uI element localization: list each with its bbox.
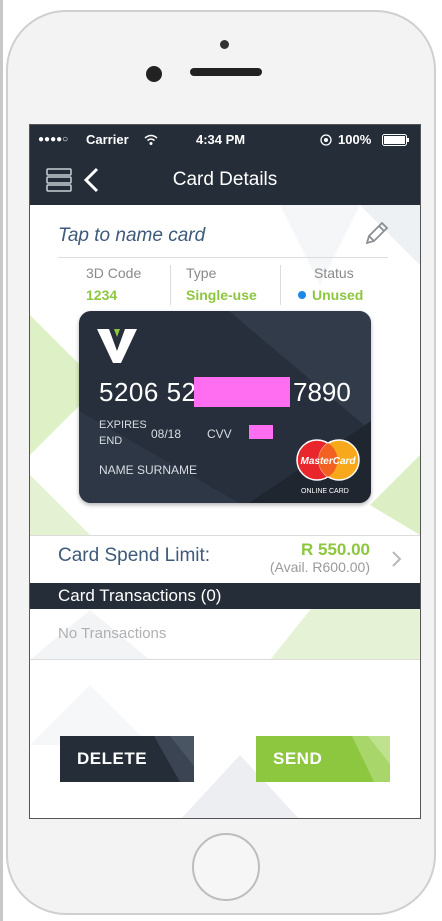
send-button[interactable]: SEND: [256, 736, 390, 782]
delete-button[interactable]: DELETE: [60, 736, 194, 782]
status-value-row: Unused: [298, 287, 363, 303]
spend-available: (Avail. R600.00): [269, 559, 370, 575]
type-info: Type Single-use: [186, 265, 257, 309]
signal-strength: ●●●●○: [38, 134, 69, 145]
spend-limit-label: Card Spend Limit:: [58, 545, 211, 566]
status-info: Status Unused: [298, 265, 363, 309]
front-sensor: [220, 40, 229, 49]
chevron-right-icon[interactable]: [390, 550, 402, 568]
battery-percent: 100%: [338, 132, 372, 147]
earpiece-speaker: [190, 68, 262, 76]
redacted-card-digits: [194, 377, 290, 407]
transactions-title: Card Transactions (0): [58, 586, 222, 605]
spend-limit-row[interactable]: Card Spend Limit: R 550.00 (Avail. R600.…: [30, 535, 420, 582]
lock-rotation-icon: [320, 134, 332, 146]
info-divider: [280, 265, 281, 305]
cvv-label: CVV: [207, 427, 232, 441]
cardholder-name: NAME SURNAME: [99, 463, 198, 477]
status-label: Status: [314, 265, 354, 281]
navigation-bar: Card Details: [30, 155, 420, 205]
mastercard-wordmark: MasterCard: [300, 456, 356, 467]
transactions-divider: [30, 659, 420, 660]
wifi-icon: [144, 134, 158, 145]
carrier-name: Carrier: [86, 132, 129, 147]
code-value: 1234: [86, 287, 118, 303]
phone-edge: [0, 0, 3, 921]
status-bar: ●●●●○ Carrier 4:34 PM 100%: [30, 125, 420, 155]
transactions-header: Card Transactions (0): [30, 583, 420, 609]
send-button-label: SEND: [273, 749, 323, 768]
app-screen: ●●●●○ Carrier 4:34 PM 100% Card Details: [29, 124, 421, 819]
status-value: Unused: [312, 287, 364, 303]
expiry-date: 08/18: [151, 427, 182, 441]
mastercard-logo: MasterCard: [296, 439, 360, 481]
pencil-icon[interactable]: [361, 219, 391, 249]
delete-button-label: DELETE: [77, 749, 148, 768]
card-facet: [229, 311, 371, 431]
card-number-end: 7890: [293, 377, 351, 407]
status-dot: [298, 291, 306, 299]
redacted-cvv: [249, 425, 273, 439]
home-button[interactable]: [192, 833, 260, 901]
code-label: 3D Code: [86, 265, 142, 281]
code-info: 3D Code 1234: [86, 265, 141, 309]
type-value: Single-use: [186, 287, 257, 303]
info-divider: [170, 265, 171, 305]
brand-v-logo: [97, 329, 137, 363]
front-camera: [146, 66, 162, 82]
card-name-placeholder[interactable]: Tap to name card: [58, 225, 205, 247]
expires-label: EXPIRES END: [99, 419, 147, 447]
transactions-empty: No Transactions: [58, 625, 167, 642]
clock-time: 4:34 PM: [196, 132, 246, 147]
battery-icon: [382, 134, 409, 146]
card-caption: ONLINE CARD: [301, 488, 349, 495]
virtual-card[interactable]: 5206 52 7890 EXPIRES END 08/18 CVV NAME …: [79, 311, 371, 503]
type-label: Type: [186, 265, 217, 281]
page-title: Card Details: [172, 169, 278, 190]
card-name-row[interactable]: Tap to name card: [58, 217, 391, 258]
card-number-start: 5206 52: [99, 377, 197, 407]
spend-limit-amount: R 550.00: [301, 540, 370, 559]
